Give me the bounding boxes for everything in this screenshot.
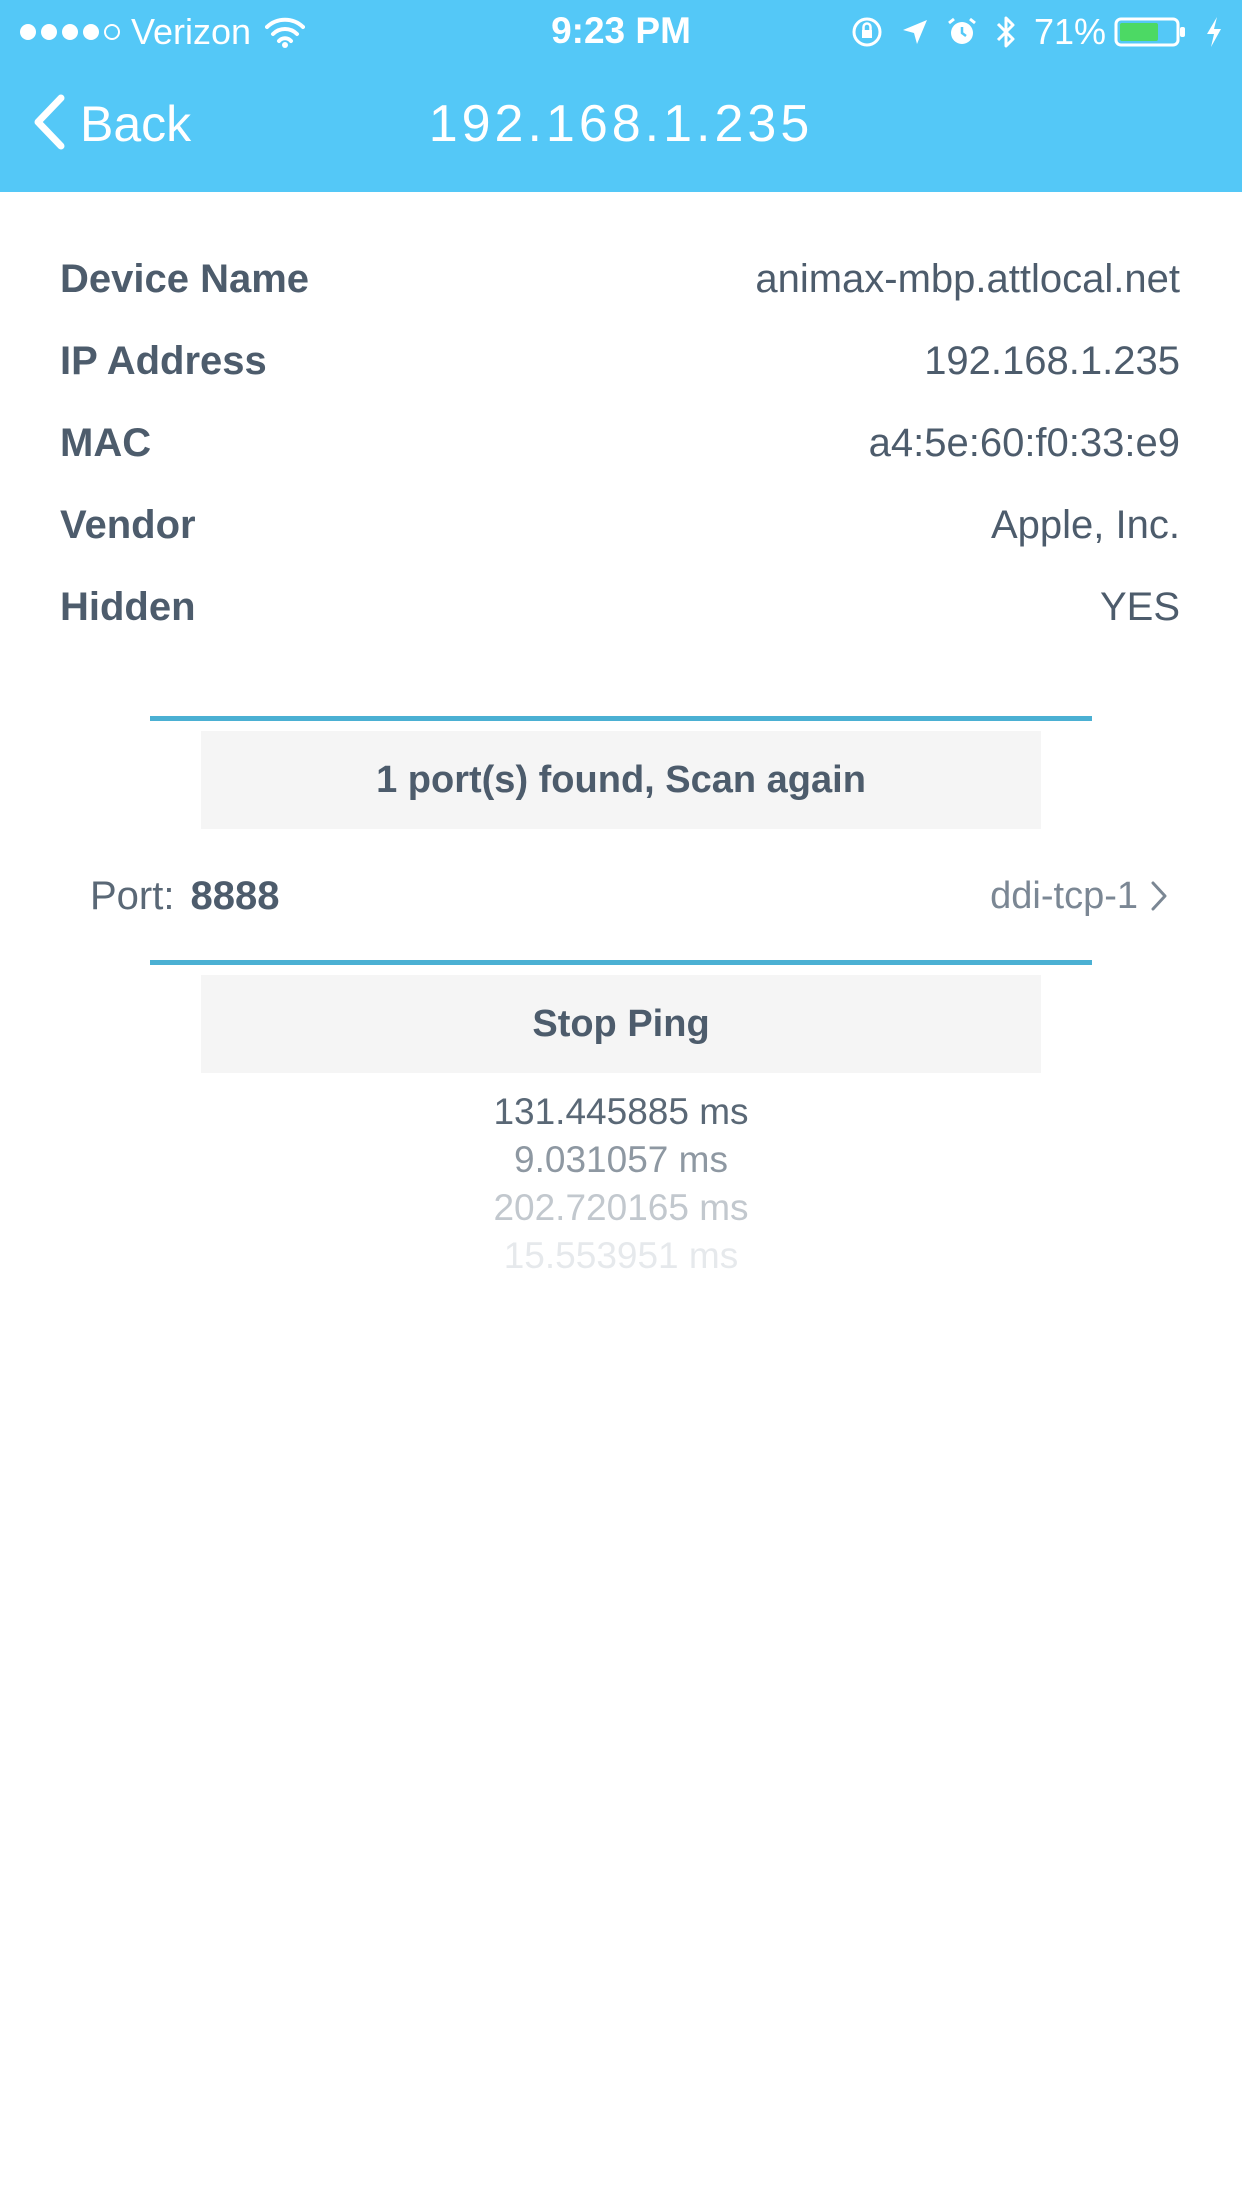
stop-ping-button[interactable]: Stop Ping [201, 975, 1041, 1073]
info-label: Hidden [60, 584, 196, 629]
info-value: a4:5e:60:f0:33:e9 [868, 420, 1180, 465]
status-bar: Verizon 9:23 PM 71% [0, 0, 1242, 62]
ping-result: 131.445885 ms [493, 1091, 749, 1132]
info-value: YES [1099, 584, 1180, 629]
info-row-hidden: Hidden YES [60, 577, 1180, 637]
alarm-icon [946, 16, 978, 48]
info-value: animax-mbp.attlocal.net [755, 256, 1180, 301]
info-row-mac: MAC a4:5e:60:f0:33:e9 [60, 413, 1180, 473]
port-label: Port: [90, 873, 175, 918]
charging-icon [1204, 15, 1224, 49]
port-row[interactable]: Port: 8888 ddi-tcp-1 [90, 863, 1168, 929]
info-value: 192.168.1.235 [924, 338, 1180, 383]
section-divider [150, 716, 1092, 721]
navigation-bar: Back 192.168.1.235 [0, 62, 1242, 192]
info-row-vendor: Vendor Apple, Inc. [60, 495, 1180, 555]
port-number: 8888 [190, 873, 280, 918]
ping-results-list: 131.445885 ms 9.031057 ms 202.720165 ms … [0, 1088, 1242, 1280]
ping-result: 9.031057 ms [514, 1139, 728, 1180]
info-row-device-name: Device Name animax-mbp.attlocal.net [60, 249, 1180, 309]
rotation-lock-icon [850, 15, 884, 49]
battery-icon [1114, 16, 1188, 48]
status-right: 71% [834, 10, 1224, 54]
bluetooth-icon [994, 14, 1018, 50]
info-label: MAC [60, 420, 152, 465]
battery-percentage: 71% [1033, 11, 1106, 52]
chevron-right-icon [1150, 880, 1168, 912]
section-divider [150, 960, 1092, 965]
ping-result: 15.553951 ms [503, 1235, 739, 1276]
page-title: 192.168.1.235 [428, 95, 814, 153]
info-value: Apple, Inc. [990, 502, 1180, 547]
info-row-ip-address: IP Address 192.168.1.235 [60, 331, 1180, 391]
info-label: Vendor [60, 502, 196, 547]
info-label: Device Name [60, 256, 310, 301]
port-service-name: ddi-tcp-1 [990, 874, 1138, 917]
header: Verizon 9:23 PM 71% Back 192.168.1.235 [0, 0, 1242, 192]
info-label: IP Address [60, 338, 267, 383]
location-icon [900, 17, 930, 47]
scan-again-button[interactable]: 1 port(s) found, Scan again [201, 731, 1041, 829]
ping-result: 202.720165 ms [493, 1187, 749, 1228]
port-service: ddi-tcp-1 [990, 875, 1168, 918]
port-info: Port: 8888 [90, 874, 279, 919]
